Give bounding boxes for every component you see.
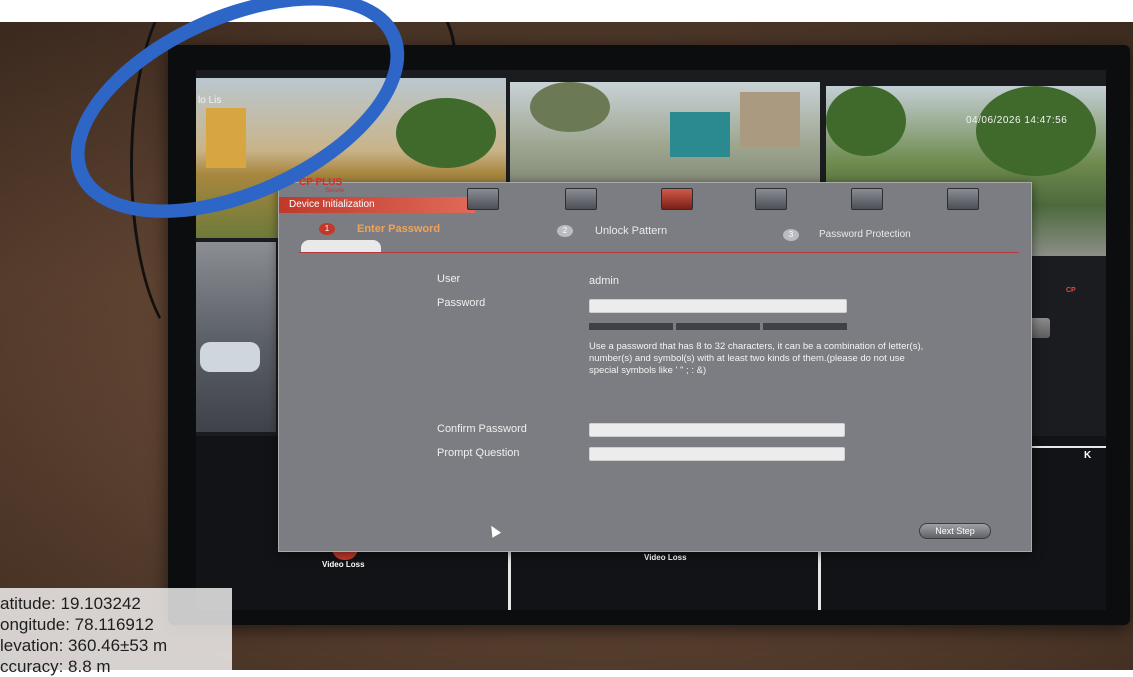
accuracy-text: ccuracy: 8.8 m: [0, 657, 111, 676]
settings-icon[interactable]: [851, 188, 883, 210]
step-3-circle: 3: [783, 229, 799, 241]
camera-feed-4: [196, 242, 276, 432]
latitude-text: atitude: 19.103242: [0, 594, 141, 613]
step-2-circle: 2: [557, 225, 573, 237]
strength-segment-weak: [589, 323, 673, 330]
step-tab-indicator: [301, 240, 381, 252]
tree: [826, 86, 906, 156]
prompt-question-label: Prompt Question: [437, 447, 520, 459]
playback-icon[interactable]: [565, 188, 597, 210]
step-2-label: Unlock Pattern: [595, 225, 668, 237]
timestamp: 04/06/2026 14:47:56: [966, 115, 1068, 126]
step-1-label: Enter Password: [357, 223, 441, 235]
scooter: [200, 342, 260, 372]
brand-logo: CP PLUS: [299, 177, 343, 188]
house: [740, 92, 800, 147]
step-3-label: Password Protection: [819, 229, 911, 240]
password-field[interactable]: [589, 299, 847, 313]
prompt-question-field[interactable]: [589, 447, 845, 461]
confirm-password-label: Confirm Password: [437, 423, 527, 435]
tree: [976, 86, 1096, 176]
grid-line: [1026, 446, 1106, 448]
brand-mark: CP: [1066, 287, 1076, 294]
device-init-dialog: CP PLUS Secure Device Initialization 1 E…: [278, 177, 1032, 552]
strength-segment-medium: [676, 323, 760, 330]
longitude-text: ongitude: 78.116912: [0, 615, 154, 634]
alarm-icon[interactable]: [755, 188, 787, 210]
video-loss-label: Video Loss: [322, 560, 365, 569]
user-label: User: [437, 273, 461, 285]
elevation-text: levation: 360.46±53 m: [0, 636, 168, 655]
password-hint: Use a password that has 8 to 32 characte…: [589, 341, 924, 376]
password-strength-bar: [589, 323, 847, 330]
water-tank: [670, 112, 730, 157]
password-label: Password: [437, 297, 486, 309]
strength-segment-strong: [763, 323, 847, 330]
confirm-password-field[interactable]: [589, 423, 845, 437]
tree: [396, 98, 496, 168]
video-loss-label: Video Loss: [644, 553, 687, 562]
dialog-title: Device Initialization: [279, 197, 475, 213]
geotag-overlay: atitude: 19.103242 ongitude: 78.116912 l…: [0, 588, 232, 676]
mouse-cursor-icon: [486, 523, 502, 538]
shutdown-icon[interactable]: [947, 188, 979, 210]
record-icon[interactable]: [661, 188, 693, 210]
dialog-toolbar: [459, 183, 1019, 213]
search-icon[interactable]: [467, 188, 499, 210]
user-value: admin: [589, 275, 619, 287]
step-1-circle: 1: [319, 223, 335, 235]
next-step-button[interactable]: Next Step: [919, 523, 991, 539]
step-divider: [299, 252, 1019, 253]
channel-edge-label: K: [1084, 450, 1092, 461]
tree: [530, 82, 610, 132]
brand-logo-sub: Secure: [325, 188, 345, 194]
